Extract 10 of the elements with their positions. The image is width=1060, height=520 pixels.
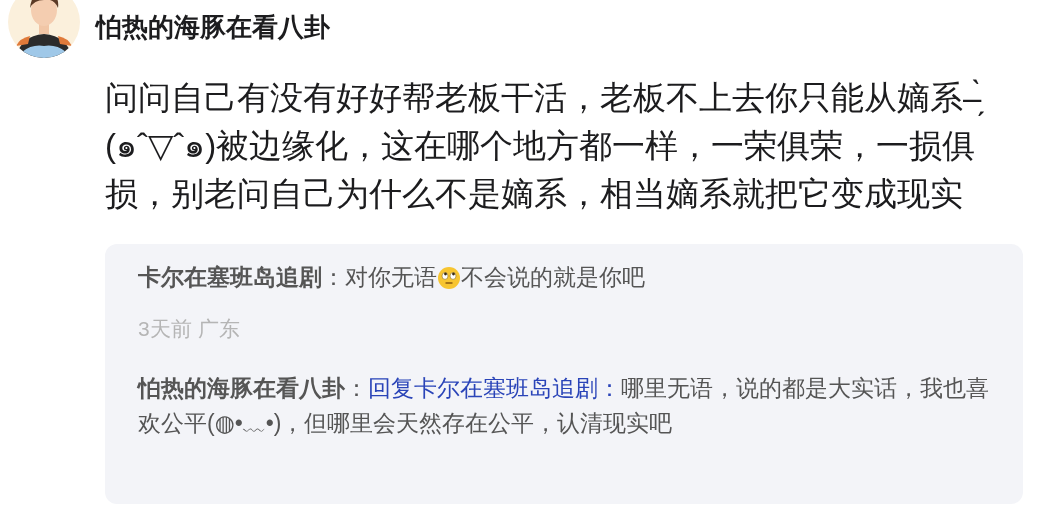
avatar — [8, 0, 80, 58]
author-name[interactable]: 怕热的海豚在看八卦 — [96, 9, 330, 45]
eye-roll-emoji-icon — [437, 265, 461, 290]
commenter-name[interactable]: 卡尔在塞班岛追剧 — [138, 262, 322, 293]
comment-text: ：对你无语 — [322, 263, 437, 292]
comment-text: 不会说的就是你吧 — [461, 263, 645, 292]
reply-to-link[interactable]: 回复卡尔在塞班岛追剧： — [368, 375, 621, 401]
reply-text: 怕热的海豚在看八卦：回复卡尔在塞班岛追剧：哪里无语，说的都是大实话，我也喜欢公平(◍•﹏•)，但哪里会天然存在公平，认清现实吧 — [138, 374, 990, 438]
post-text: 问问自己有没有好好帮老板干活，老板不上去你只能从嫡系–̗̀(๑ˆ▽ˆ๑)被边缘化，这在哪个地方都一样，一荣俱荣，一损俱损，别老问自己为什么不是嫡系，相当嫡系就把它变成现实 — [105, 78, 985, 214]
comment-meta: 3天前 广东 — [138, 316, 241, 342]
